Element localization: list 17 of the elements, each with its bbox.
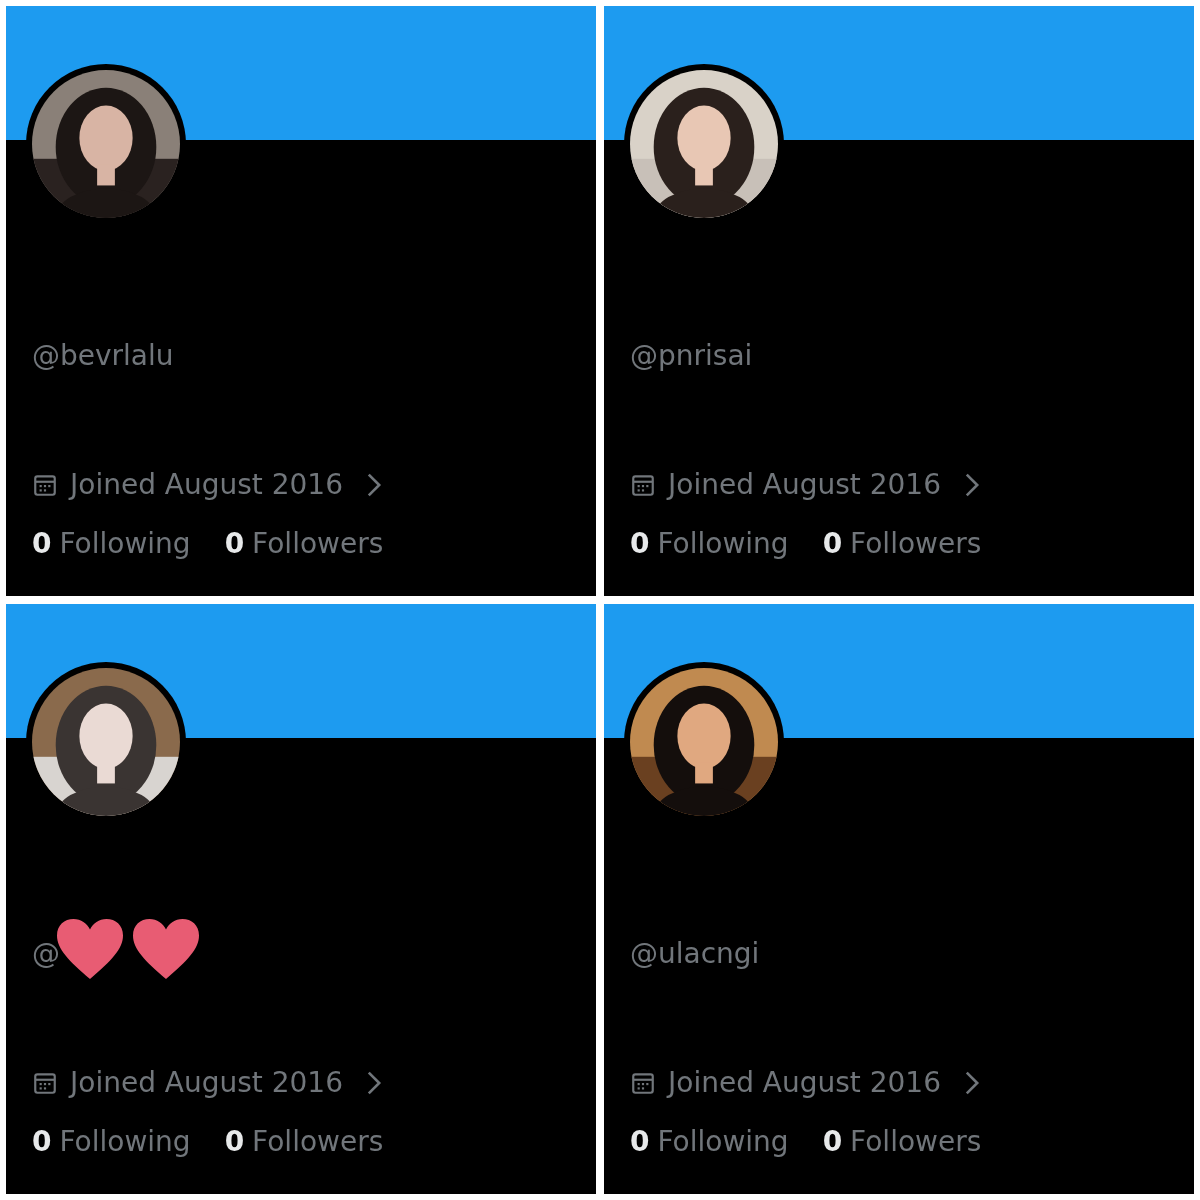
following-link[interactable]: 0 Following xyxy=(32,527,191,560)
followers-link[interactable]: 0 Followers xyxy=(224,1125,384,1158)
joined-date: Joined August 2016 xyxy=(70,468,343,501)
username-handle: @pnrisai xyxy=(630,339,753,372)
joined-date: Joined August 2016 xyxy=(668,1066,941,1099)
following-link[interactable]: 0 Following xyxy=(32,1125,191,1158)
followers-link[interactable]: 0 Followers xyxy=(224,527,384,560)
followers-link[interactable]: 0 Followers xyxy=(822,1125,982,1158)
username-handle: @bevrlalu xyxy=(32,339,174,372)
followers-link[interactable]: 0 Followers xyxy=(822,527,982,560)
following-link[interactable]: 0 Following xyxy=(630,1125,789,1158)
joined-date: Joined August 2016 xyxy=(668,468,941,501)
heart-sticker xyxy=(130,916,202,982)
following-link[interactable]: 0 Following xyxy=(630,527,789,560)
username-handle: @ xyxy=(32,937,60,970)
joined-date: Joined August 2016 xyxy=(70,1066,343,1099)
username-handle: @ulacngi xyxy=(630,937,760,970)
